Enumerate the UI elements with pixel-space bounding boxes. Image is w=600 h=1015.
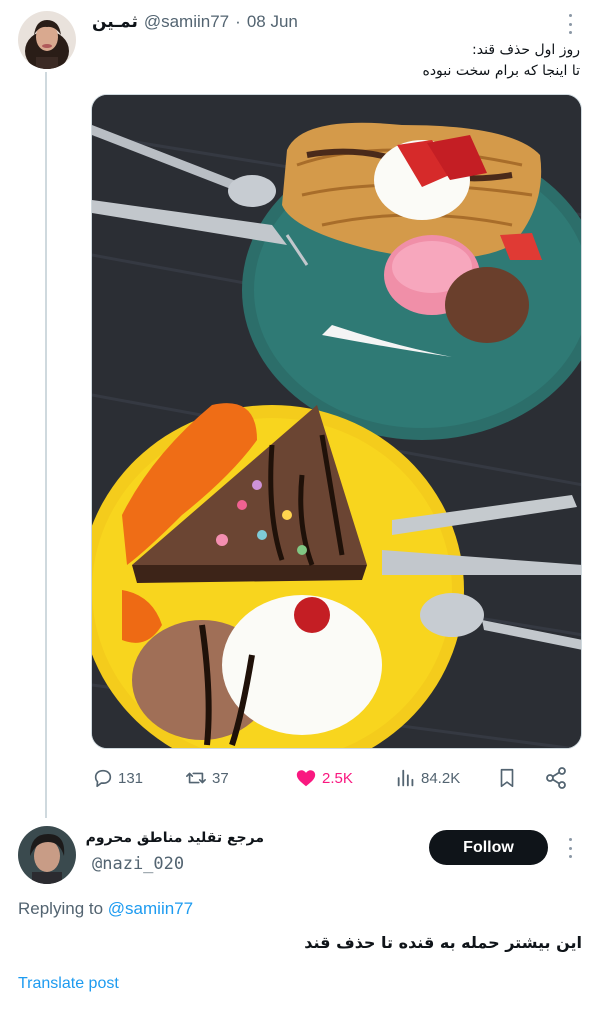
timestamp[interactable]: 08 Jun (247, 12, 298, 32)
bookmark-button[interactable] (496, 763, 518, 793)
tweet-text-line: روز اول حذف قند: (472, 42, 580, 58)
separator: · (235, 12, 241, 31)
tweet-actions: 131 37 2.5K 84.2K (92, 763, 584, 793)
tweet-media[interactable] (91, 94, 582, 749)
translate-post-link[interactable]: Translate post (18, 975, 119, 993)
retweet-button[interactable]: 37 (184, 763, 229, 793)
retweet-icon (186, 772, 206, 784)
reply-button[interactable]: 131 (92, 763, 143, 793)
food-photo-icon (92, 95, 581, 748)
avatar[interactable] (18, 11, 76, 69)
views-button[interactable]: 84.2K (395, 763, 460, 793)
bookmark-icon (500, 768, 514, 788)
display-name[interactable]: ثمـین (92, 12, 138, 32)
retweet-count: 37 (212, 769, 229, 787)
reply-display-name[interactable]: مرجع تقلید مناطق محروم (86, 830, 264, 846)
reply-handle[interactable]: @nazi_020 (92, 854, 184, 874)
replying-prefix: Replying to (18, 899, 104, 918)
like-count: 2.5K (322, 769, 353, 787)
like-button[interactable]: 2.5K (294, 763, 353, 793)
more-options-icon[interactable] (567, 14, 573, 34)
reply-icon (94, 769, 112, 788)
thread-line (45, 72, 47, 818)
replying-to-link[interactable]: @samiin77 (108, 899, 193, 918)
views-chart-icon (397, 769, 414, 787)
handle[interactable]: @samiin77 (144, 12, 229, 32)
share-button[interactable] (544, 763, 568, 793)
heart-icon (296, 770, 316, 787)
reply-avatar[interactable] (18, 826, 76, 884)
reply-count: 131 (118, 769, 144, 787)
follow-button[interactable]: Follow (429, 830, 548, 865)
tweet-text-line: تا اینجا که برام سخت نبوده (422, 63, 580, 79)
share-icon (546, 767, 566, 789)
reply-more-options-icon[interactable] (567, 838, 573, 858)
tweet-text: روز اول حذف قند: تا اینجا که برام سخت نب… (140, 40, 580, 82)
reply-text: این بیشتر حمله به قنده تا حذف قند (304, 933, 582, 952)
replying-to-line: Replying to @samiin77 (18, 899, 193, 919)
views-count: 84.2K (421, 769, 461, 787)
tweet-header: ثمـین @samiin77 · 08 Jun (92, 12, 298, 32)
